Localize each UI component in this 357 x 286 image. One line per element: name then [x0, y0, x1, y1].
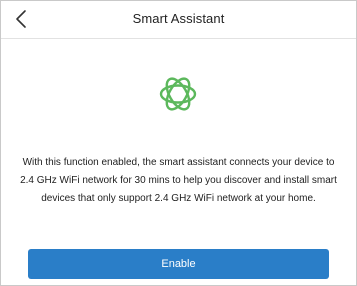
enable-button[interactable]: Enable — [28, 249, 329, 279]
atom-orbit-icon — [159, 77, 197, 111]
smart-assistant-logo — [158, 74, 198, 114]
feature-description: With this function enabled, the smart as… — [20, 157, 337, 204]
header-divider — [1, 38, 356, 39]
smart-assistant-screen: Smart Assistant With this function enabl… — [0, 0, 357, 286]
page-title: Smart Assistant — [132, 11, 225, 26]
top-bar: Smart Assistant — [1, 1, 356, 38]
